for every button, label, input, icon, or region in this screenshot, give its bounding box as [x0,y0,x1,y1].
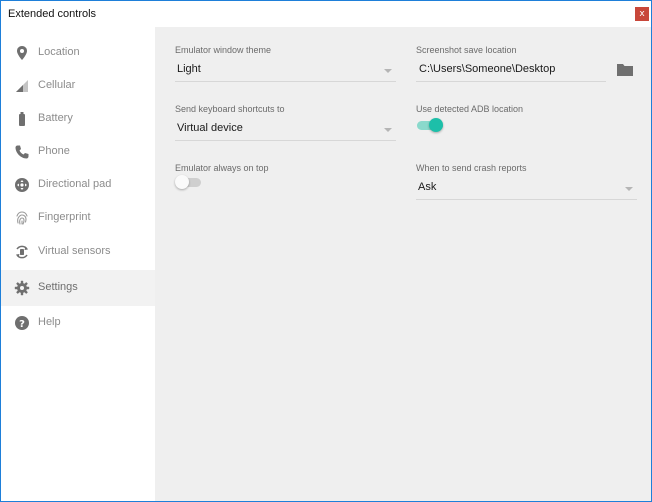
toggle-knob [175,175,189,189]
sidebar-item-cellular[interactable]: Cellular [1,69,155,103]
rotate-sensor-icon [16,245,28,259]
toggle-knob [429,118,443,132]
help-icon: ? [15,316,29,330]
sidebar-item-label: Location [38,46,80,58]
crash-dropdown[interactable]: Ask [416,177,637,200]
sidebar-item-directional-pad[interactable]: Directional pad [1,168,155,202]
settings-panel: Emulator window theme Light Send keyboar… [155,27,651,501]
location-pin-icon [17,46,27,60]
sidebar-item-phone[interactable]: Phone [1,135,155,169]
sidebar-item-label: Directional pad [38,178,112,190]
sidebar-item-label: Fingerprint [38,211,91,223]
sidebar: Location Cellular Battery Phone Directio… [1,27,155,501]
fingerprint-icon [16,211,28,225]
sidebar-item-label: Phone [38,145,70,157]
on-top-toggle[interactable] [173,173,205,191]
adb-label: Use detected ADB location [416,104,524,114]
cellular-signal-icon [16,80,28,92]
shortcuts-value: Virtual device [177,122,243,134]
theme-label: Emulator window theme [175,45,272,55]
window-title: Extended controls [8,8,97,20]
theme-dropdown[interactable]: Light [175,59,396,82]
shortcuts-dropdown[interactable]: Virtual device [175,118,396,141]
sidebar-item-label: Cellular [38,79,76,91]
title-bar: Extended controls x [1,1,651,27]
screenshot-path-field[interactable]: C:\Users\Someone\Desktop [416,59,606,82]
crash-value: Ask [418,181,437,193]
screenshot-label: Screenshot save location [416,45,517,55]
chevron-down-icon [384,128,392,132]
svg-text:?: ? [19,319,25,330]
close-button[interactable]: x [635,7,649,21]
phone-icon [15,145,29,159]
sidebar-item-label: Virtual sensors [38,245,111,257]
battery-icon [19,112,25,126]
chevron-down-icon [625,187,633,191]
sidebar-item-location[interactable]: Location [1,36,155,70]
sidebar-item-battery[interactable]: Battery [1,102,155,136]
sidebar-item-settings[interactable]: Settings [1,270,155,306]
dpad-icon [15,178,29,192]
extended-controls-window: Extended controls x Location Cellular Ba… [0,0,652,502]
sidebar-item-label: Help [38,316,61,328]
folder-icon[interactable] [616,62,634,77]
adb-toggle[interactable] [415,116,447,134]
gear-icon [14,280,30,296]
sidebar-item-label: Battery [38,112,73,124]
sidebar-item-fingerprint[interactable]: Fingerprint [1,201,155,235]
sidebar-item-help[interactable]: ? Help [1,306,155,340]
sidebar-item-label: Settings [38,281,78,293]
theme-value: Light [177,63,201,75]
screenshot-path-value: C:\Users\Someone\Desktop [419,63,556,75]
chevron-down-icon [384,69,392,73]
on-top-label: Emulator always on top [175,163,269,173]
sidebar-item-virtual-sensors[interactable]: Virtual sensors [1,235,155,269]
crash-label: When to send crash reports [416,163,527,173]
shortcuts-label: Send keyboard shortcuts to [175,104,285,114]
